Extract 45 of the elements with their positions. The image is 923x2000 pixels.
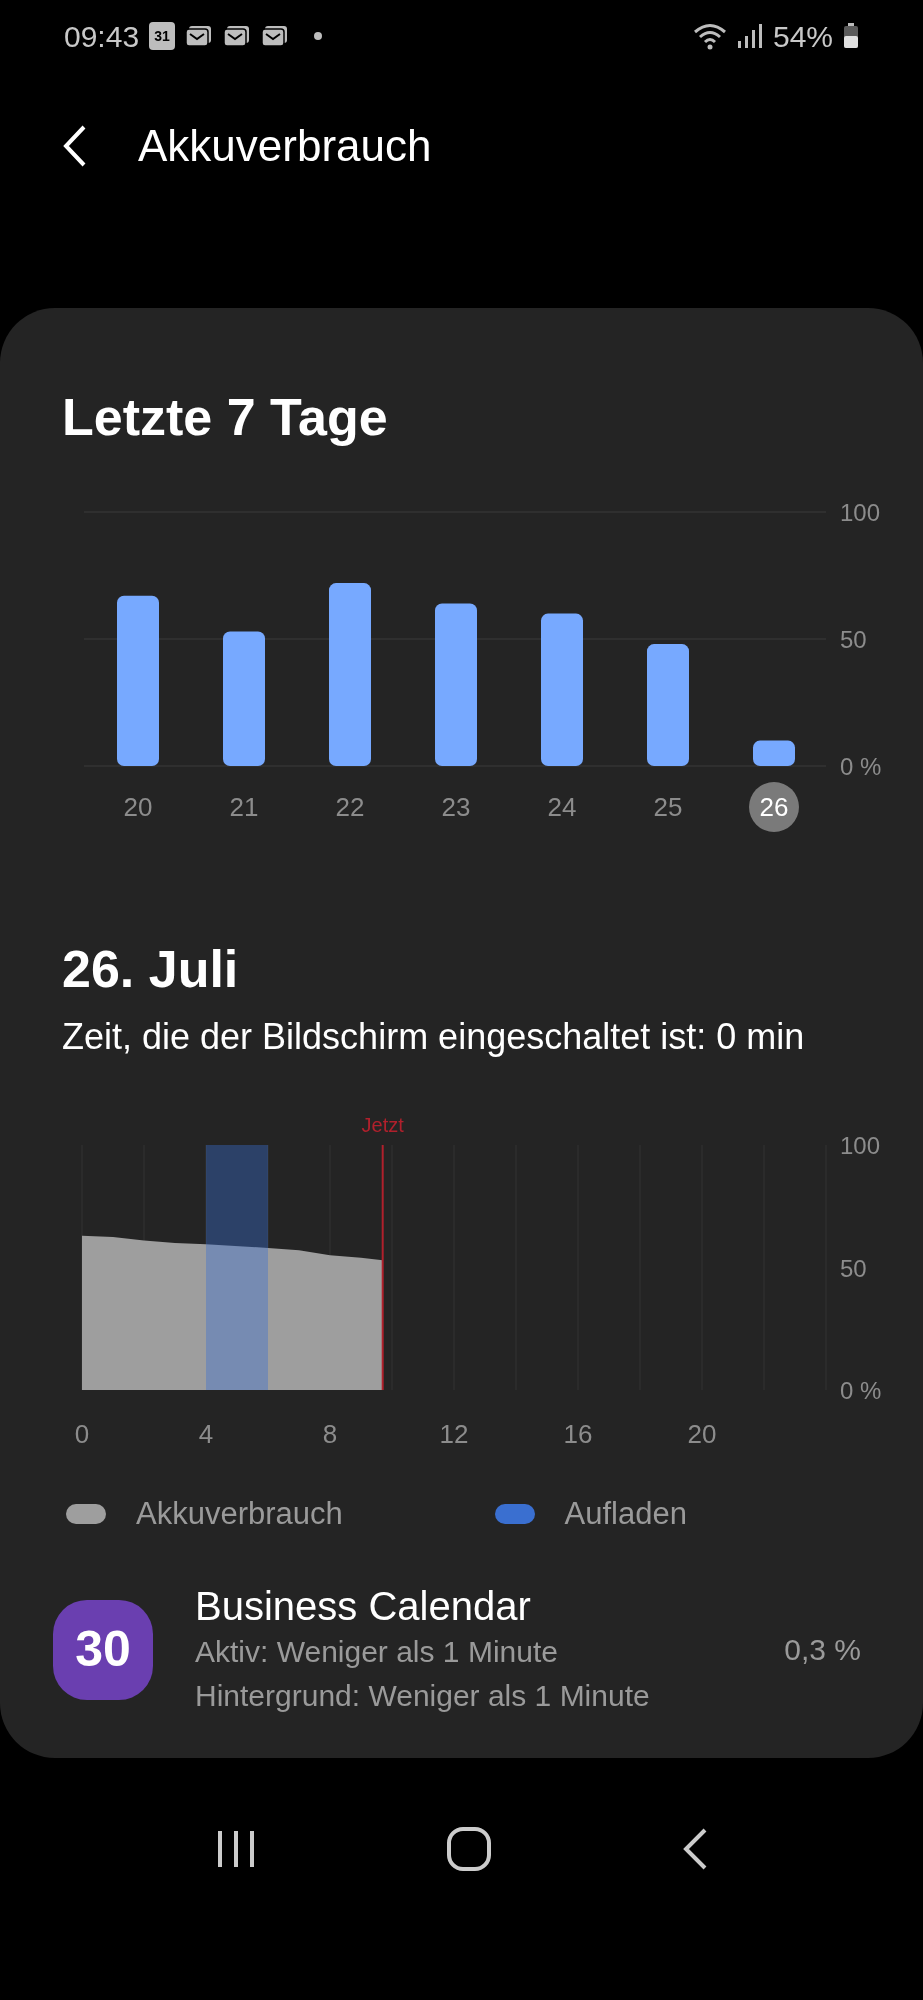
section-title: Letzte 7 Tage [61,387,389,448]
calendar-icon: 31 [149,22,176,50]
mail-icon [185,24,214,48]
axis-label: 50 [840,1254,867,1282]
axis-label: 12 [439,1419,469,1449]
day-label[interactable]: 20 [123,792,153,822]
active-time: Aktiv: Weniger als 1 Minute [195,1633,559,1670]
page-title: Akkuverbrauch [138,120,432,172]
app-name: Business Calendar [195,1582,532,1630]
app-row[interactable]: 30 Business Calendar Aktiv: Weniger als 1 Minute Hintergrund: Weniger als 1 Minute 0,3 % [0,1581,923,1718]
mail-icon [261,24,290,48]
now-label: Jetzt [361,1114,404,1136]
usage-share: 0,3 % [784,1632,861,1668]
day-label[interactable]: 25 [653,792,683,822]
day-label[interactable]: 21 [229,792,259,822]
axis-label: 20 [687,1419,717,1449]
app-icon: 30 [53,1599,153,1700]
background-time: Hintergrund: Weniger als 1 Minute [195,1677,651,1714]
axis-label: 100 [840,499,881,526]
screen-time-text: Zeit, die der Bildschirm eingeschaltet ist: 0 min [61,1015,806,1059]
home-icon[interactable] [446,1825,493,1872]
day-label[interactable]: 26 [759,792,789,822]
legend-label: Akkuverbrauch [136,1495,343,1533]
axis-label: 0 % [840,753,882,780]
day-label[interactable]: 22 [335,792,365,822]
axis-label: 4 [198,1419,214,1449]
wifi-icon [692,22,727,50]
legend-label: Aufladen [564,1495,687,1533]
mail-icon [223,24,252,48]
bar[interactable] [753,740,795,766]
dot-icon [313,31,324,41]
axis-label: 100 [840,1132,881,1159]
back-icon[interactable] [62,124,88,168]
axis-label: 50 [840,626,867,653]
signal-icon [736,23,763,49]
day-label[interactable]: 23 [441,792,471,822]
section-title: 26. Juli [61,939,240,1000]
clock: 09:43 [64,18,140,55]
axis-label: 0 % [840,1377,882,1404]
battery-percent: 54% [772,18,833,55]
axis-label: 8 [322,1419,338,1449]
axis-label: 16 [563,1419,593,1449]
axis-label: 0 [74,1419,90,1449]
battery-icon [843,23,859,49]
day-label[interactable]: 24 [547,792,577,822]
